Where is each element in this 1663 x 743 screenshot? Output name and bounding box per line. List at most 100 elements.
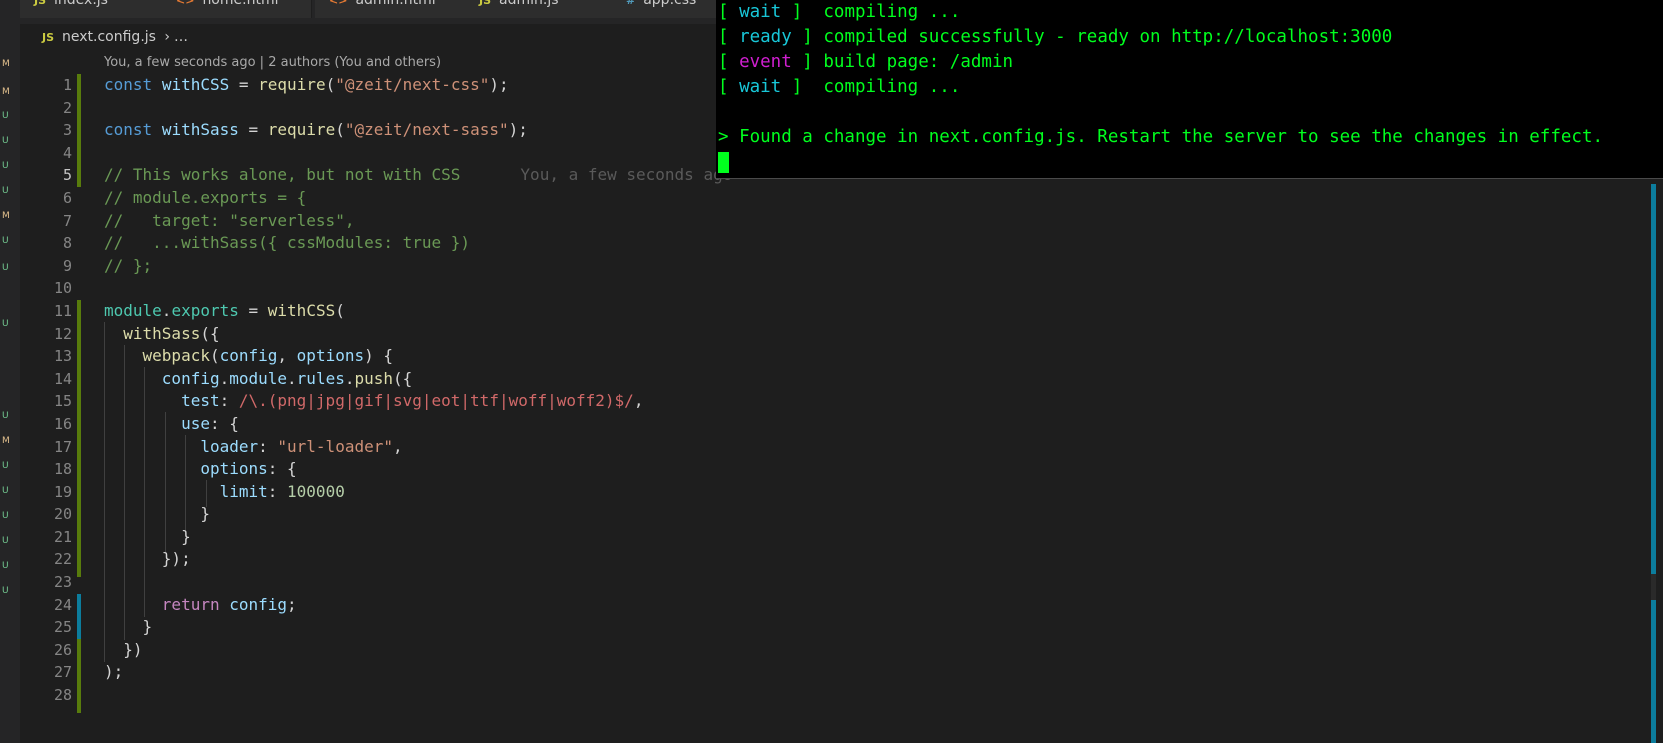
code-line-13[interactable]: webpack(config, options) { bbox=[104, 345, 732, 368]
code-line-2[interactable] bbox=[104, 97, 732, 120]
code-line-12[interactable]: withSass({ bbox=[104, 323, 732, 346]
line-number[interactable]: 4 bbox=[20, 142, 72, 165]
html-file-icon: <> bbox=[329, 0, 348, 7]
line-number[interactable]: 14 bbox=[20, 368, 72, 391]
code-line-23[interactable] bbox=[104, 571, 732, 594]
terminal-restart-notice: > Found a change in next.config.js. Rest… bbox=[718, 127, 1604, 147]
line-number[interactable]: 9 bbox=[20, 255, 72, 278]
code-line-28[interactable] bbox=[104, 684, 732, 707]
code-line-18[interactable]: options: { bbox=[104, 458, 732, 481]
git-status-mark[interactable]: U bbox=[2, 535, 9, 547]
git-added-bar[interactable] bbox=[77, 74, 81, 165]
scrollbar-change-marker bbox=[1651, 184, 1656, 574]
code-line-25[interactable]: } bbox=[104, 616, 732, 639]
breadcrumb-symbols[interactable]: … bbox=[174, 29, 188, 45]
code-line-26[interactable]: }) bbox=[104, 639, 732, 662]
line-number[interactable]: 28 bbox=[20, 684, 72, 707]
javascript-file-icon: JS bbox=[34, 0, 47, 7]
line-number[interactable]: 25 bbox=[20, 616, 72, 639]
git-status-mark[interactable]: U bbox=[2, 510, 9, 522]
code-line-22[interactable]: }); bbox=[104, 548, 732, 571]
code-line-3[interactable]: const withSass = require("@zeit/next-sas… bbox=[104, 119, 732, 142]
git-added-bar[interactable] bbox=[77, 639, 81, 713]
activity-bar: MMUUUUMUUUUMUUUUUU bbox=[0, 0, 20, 743]
terminal-cursor bbox=[718, 151, 729, 173]
git-status-mark[interactable]: U bbox=[2, 460, 9, 472]
git-status-mark[interactable]: M bbox=[2, 435, 10, 447]
terminal-log-tag: wait bbox=[739, 77, 782, 97]
code-line-17[interactable]: loader: "url-loader", bbox=[104, 436, 732, 459]
tab-admin-js[interactable]: JS admin.js bbox=[465, 0, 630, 18]
line-number[interactable]: 16 bbox=[20, 413, 72, 436]
code-line-5[interactable]: // This works alone, but not with CSS You… bbox=[104, 164, 732, 187]
line-number[interactable]: 3 bbox=[20, 119, 72, 142]
line-number[interactable]: 11 bbox=[20, 300, 72, 323]
code-line-10[interactable] bbox=[104, 277, 732, 300]
git-added-bar[interactable] bbox=[77, 300, 81, 577]
line-number[interactable]: 5 bbox=[20, 164, 72, 187]
line-number[interactable]: 21 bbox=[20, 526, 72, 549]
line-number[interactable]: 23 bbox=[20, 571, 72, 594]
git-status-mark[interactable]: U bbox=[2, 235, 9, 247]
line-number[interactable]: 17 bbox=[20, 436, 72, 459]
tab-home-html[interactable]: <> home.html bbox=[162, 0, 312, 18]
code-line-15[interactable]: test: /\.(png|jpg|gif|svg|eot|ttf|woff|w… bbox=[104, 390, 732, 413]
terminal-log-line: [ wait ] compiling ... bbox=[718, 77, 961, 97]
tab-index-js[interactable]: JS index.js bbox=[20, 0, 168, 18]
code-line-9[interactable]: // }; bbox=[104, 255, 732, 278]
line-number[interactable]: 7 bbox=[20, 210, 72, 233]
line-number[interactable]: 24 bbox=[20, 594, 72, 617]
git-status-mark[interactable]: U bbox=[2, 485, 9, 497]
git-status-mark[interactable]: M bbox=[2, 86, 10, 98]
git-status-mark[interactable]: U bbox=[2, 585, 9, 597]
line-number[interactable]: 22 bbox=[20, 548, 72, 571]
code-line-27[interactable]: ); bbox=[104, 661, 732, 684]
code-line-14[interactable]: config.module.rules.push({ bbox=[104, 368, 732, 391]
git-status-mark[interactable]: U bbox=[2, 560, 9, 572]
terminal-log-line: [ event ] build page: /admin bbox=[718, 52, 1014, 72]
git-status-mark[interactable]: U bbox=[2, 410, 9, 422]
code-editor[interactable]: const withCSS = require("@zeit/next-css"… bbox=[104, 74, 732, 707]
line-number[interactable]: 2 bbox=[20, 97, 72, 120]
line-number[interactable]: 6 bbox=[20, 187, 72, 210]
terminal-log-tag: event bbox=[739, 52, 792, 72]
line-number[interactable]: 20 bbox=[20, 503, 72, 526]
line-number[interactable]: 18 bbox=[20, 458, 72, 481]
line-number[interactable]: 26 bbox=[20, 639, 72, 662]
git-status-mark[interactable]: U bbox=[2, 262, 9, 274]
line-number[interactable]: 8 bbox=[20, 232, 72, 255]
line-number[interactable]: 19 bbox=[20, 481, 72, 504]
code-line-20[interactable]: } bbox=[104, 503, 732, 526]
terminal-panel[interactable]: [ wait ] compiling ... [ ready ] compiled… bbox=[716, 0, 1663, 179]
code-line-1[interactable]: const withCSS = require("@zeit/next-css"… bbox=[104, 74, 732, 97]
code-line-8[interactable]: // ...withSass({ cssModules: true }) bbox=[104, 232, 732, 255]
line-number[interactable]: 15 bbox=[20, 390, 72, 413]
git-status-mark[interactable]: U bbox=[2, 160, 9, 172]
code-line-24[interactable]: return config; bbox=[104, 594, 732, 617]
git-status-mark[interactable]: U bbox=[2, 318, 9, 330]
breadcrumb-file[interactable]: next.config.js bbox=[62, 29, 156, 45]
terminal-log-tag: wait bbox=[739, 2, 782, 22]
tab-admin-html[interactable]: <> admin.html bbox=[315, 0, 475, 18]
git-modified-bar[interactable] bbox=[77, 594, 81, 639]
git-status-mark[interactable]: M bbox=[2, 210, 10, 222]
javascript-file-icon: JS bbox=[42, 31, 55, 44]
line-number[interactable]: 1 bbox=[20, 74, 72, 97]
code-line-19[interactable]: limit: 100000 bbox=[104, 481, 732, 504]
line-number[interactable]: 10 bbox=[20, 277, 72, 300]
git-status-mark[interactable]: M bbox=[2, 58, 10, 70]
code-line-4[interactable] bbox=[104, 142, 732, 165]
git-status-mark[interactable]: U bbox=[2, 135, 9, 147]
line-number[interactable]: 12 bbox=[20, 323, 72, 346]
code-line-7[interactable]: // target: "serverless", bbox=[104, 210, 732, 233]
line-number[interactable]: 13 bbox=[20, 345, 72, 368]
line-number[interactable]: 27 bbox=[20, 661, 72, 684]
git-blame-codelens[interactable]: You, a few seconds ago | 2 authors (You … bbox=[104, 55, 441, 70]
code-line-11[interactable]: module.exports = withCSS( bbox=[104, 300, 732, 323]
git-added-bar[interactable] bbox=[77, 165, 81, 187]
code-line-16[interactable]: use: { bbox=[104, 413, 732, 436]
code-line-6[interactable]: // module.exports = { bbox=[104, 187, 732, 210]
git-status-mark[interactable]: U bbox=[2, 110, 9, 122]
git-status-mark[interactable]: U bbox=[2, 185, 9, 197]
code-line-21[interactable]: } bbox=[104, 526, 732, 549]
